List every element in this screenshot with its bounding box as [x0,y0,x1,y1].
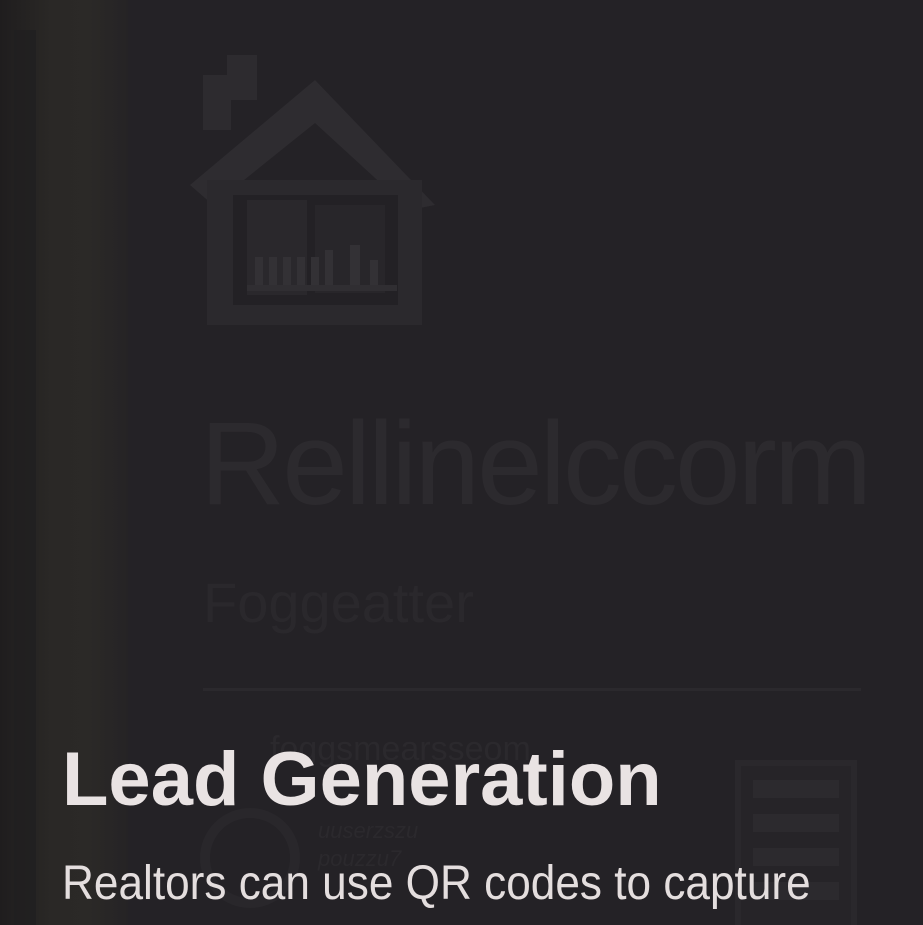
background-subtitle-text: Foggeatter [203,571,474,634]
document-line [753,780,839,798]
slide-canvas: Rellinelccorm Foggeatter foggsmearsseom … [0,0,923,925]
slide-headline: Lead Generation [62,737,662,822]
house-icon [190,55,435,325]
background-divider [203,688,861,691]
slide-body-text: Realtors can use QR codes to capture [62,857,811,910]
document-line [753,814,839,832]
background-brand-text: Rellinelccorm [200,398,872,530]
